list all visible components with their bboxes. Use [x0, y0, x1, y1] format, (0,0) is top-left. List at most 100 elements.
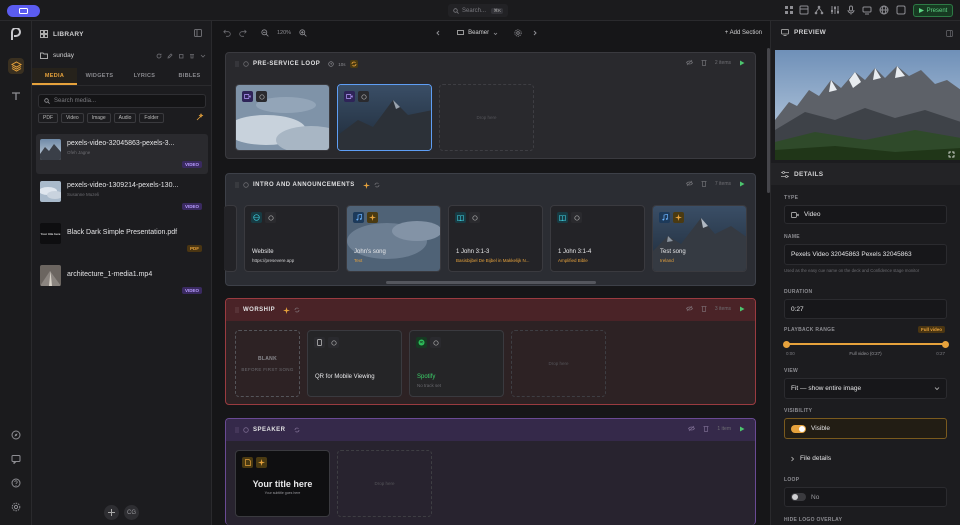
trash-icon[interactable] — [189, 53, 195, 59]
website-card[interactable]: Website https://presevere.app — [244, 205, 339, 272]
edit-icon[interactable] — [167, 53, 173, 59]
range-start-handle[interactable] — [782, 340, 790, 348]
add-section-button[interactable]: + Add Section — [725, 30, 762, 36]
globe-icon[interactable] — [879, 5, 889, 15]
preview-image[interactable] — [775, 50, 960, 160]
blank-card[interactable]: BLANK BEFORE FIRST SONG — [235, 330, 300, 397]
help-icon[interactable] — [8, 475, 24, 491]
workspace-pill[interactable] — [7, 5, 40, 17]
layout-icon[interactable] — [799, 5, 809, 15]
library-collapse-icon[interactable] — [194, 29, 202, 37]
media-search-input[interactable]: Search media... — [38, 94, 206, 108]
bible-card[interactable]: 1 John 3:1-3 Basisbijbel De Bijbel in Ma… — [448, 205, 543, 272]
play-section-icon[interactable] — [739, 60, 745, 66]
global-search[interactable]: Search... ⌘K — [448, 4, 508, 17]
video-card-selected[interactable] — [337, 84, 432, 151]
media-item[interactable]: pexels-video-1309214-pexels-130... Susan… — [36, 176, 208, 216]
folder-row[interactable]: sunday — [40, 52, 74, 59]
settings-icon[interactable] — [8, 499, 24, 515]
zoom-in-icon[interactable] — [299, 29, 307, 37]
compass-icon[interactable] — [8, 427, 24, 443]
sliders-icon[interactable] — [830, 5, 840, 15]
visibility-off-icon[interactable] — [685, 305, 693, 312]
window-icon[interactable] — [896, 5, 906, 15]
trash-icon[interactable] — [701, 59, 707, 66]
pdf-slide-card[interactable]: Your title here Your subtitle goes here — [235, 450, 330, 517]
horizontal-scrollbar[interactable] — [386, 281, 596, 284]
copy-icon[interactable] — [178, 53, 184, 59]
range-track[interactable] — [782, 340, 949, 348]
name-input[interactable]: Pexels Video 32045863 Pexels 32045863 — [784, 244, 947, 265]
tab-media[interactable]: MEDIA — [32, 68, 77, 85]
section-pre-service-loop[interactable]: PRE-SERVICE LOOP 10s 2 items Drop here — [225, 52, 756, 159]
trash-icon[interactable] — [701, 180, 707, 187]
media-item[interactable]: pexels-video-32045863-pexels-3... Ofeh J… — [36, 134, 208, 174]
loop-icon[interactable] — [374, 182, 380, 188]
chat-icon[interactable] — [8, 451, 24, 467]
section-intro-announcements[interactable]: INTRO AND ANNOUNCEMENTS 7 items Website … — [224, 173, 756, 286]
trash-icon[interactable] — [703, 425, 709, 432]
file-details-expander[interactable]: File details — [784, 448, 947, 469]
screen-select[interactable]: Beamer — [468, 30, 489, 36]
visibility-toggle[interactable]: Visible — [784, 418, 947, 439]
drop-zone[interactable]: Drop here — [511, 330, 606, 397]
zoom-out-icon[interactable] — [261, 29, 269, 37]
filter-audio[interactable]: Audio — [113, 113, 137, 123]
panel-toggle-icon[interactable] — [946, 30, 953, 37]
grid-icon[interactable] — [784, 5, 794, 15]
drag-handle-icon[interactable] — [235, 182, 239, 188]
visibility-off-icon[interactable] — [685, 180, 693, 187]
bible-card[interactable]: 1 John 3:1-4 Amplified Bible — [550, 205, 645, 272]
drag-handle-icon[interactable] — [235, 427, 239, 433]
tab-bibles[interactable]: BIBLES — [167, 68, 212, 85]
screen-icon[interactable] — [862, 5, 872, 15]
chevron-down-icon[interactable] — [493, 31, 498, 36]
video-card[interactable] — [235, 84, 330, 151]
toggle-switch-on[interactable] — [791, 424, 806, 433]
duration-input[interactable]: 0:27 — [784, 299, 947, 319]
drop-zone[interactable]: Drop here — [337, 450, 432, 517]
present-button[interactable]: Present — [913, 4, 953, 17]
redo-icon[interactable] — [239, 29, 247, 37]
drag-handle-icon[interactable] — [235, 307, 239, 313]
layers-icon[interactable] — [8, 58, 24, 74]
play-section-icon[interactable] — [739, 181, 745, 187]
add-media-button[interactable] — [104, 505, 119, 520]
filter-image[interactable]: Image — [86, 113, 111, 123]
tab-widgets[interactable]: WIDGETS — [77, 68, 122, 85]
drag-handle-icon[interactable] — [235, 61, 239, 67]
filter-folder[interactable]: Folder — [139, 113, 164, 123]
cg-toggle-button[interactable]: CG — [124, 505, 139, 520]
network-icon[interactable] — [814, 5, 824, 15]
song-card[interactable]: John's song Text — [346, 205, 441, 272]
text-icon[interactable] — [8, 88, 24, 104]
visibility-off-icon[interactable] — [685, 59, 693, 66]
loop-icon[interactable] — [349, 60, 358, 68]
qr-card[interactable]: QR for Mobile Viewing — [307, 330, 402, 397]
spotify-card[interactable]: Spotify No track set — [409, 330, 504, 397]
loop-icon[interactable] — [294, 427, 300, 433]
chevron-left-icon[interactable] — [435, 30, 441, 36]
undo-icon[interactable] — [223, 29, 231, 37]
loop-toggle[interactable]: No — [784, 487, 947, 507]
settings-icon[interactable] — [514, 29, 522, 37]
tab-lyrics[interactable]: LYRICS — [122, 68, 167, 85]
drop-zone[interactable]: Drop here — [439, 84, 534, 151]
filter-video[interactable]: Video — [61, 113, 84, 123]
fullscreen-icon[interactable] — [948, 151, 955, 158]
visibility-off-icon[interactable] — [688, 425, 696, 432]
chevron-right-icon[interactable] — [532, 30, 538, 36]
chevron-down-icon[interactable] — [200, 53, 206, 59]
section-worship[interactable]: WORSHIP 3 items BLANK BEFORE FIRST SONG … — [225, 298, 756, 405]
view-select[interactable]: Fit — show entire image — [784, 378, 947, 399]
toggle-switch-off[interactable] — [791, 493, 806, 501]
play-section-icon[interactable] — [739, 426, 745, 432]
trash-icon[interactable] — [701, 305, 707, 312]
mic-icon[interactable] — [846, 5, 856, 15]
refresh-icon[interactable] — [156, 53, 162, 59]
song-card[interactable]: Test song Ireland — [652, 205, 747, 272]
loop-icon[interactable] — [294, 307, 300, 313]
media-item[interactable]: architecture_1-media1.mp4 VIDEO — [36, 260, 208, 300]
filter-pdf[interactable]: PDF — [38, 113, 58, 123]
section-speaker[interactable]: SPEAKER 1 item Your title here Your subt… — [225, 418, 756, 525]
